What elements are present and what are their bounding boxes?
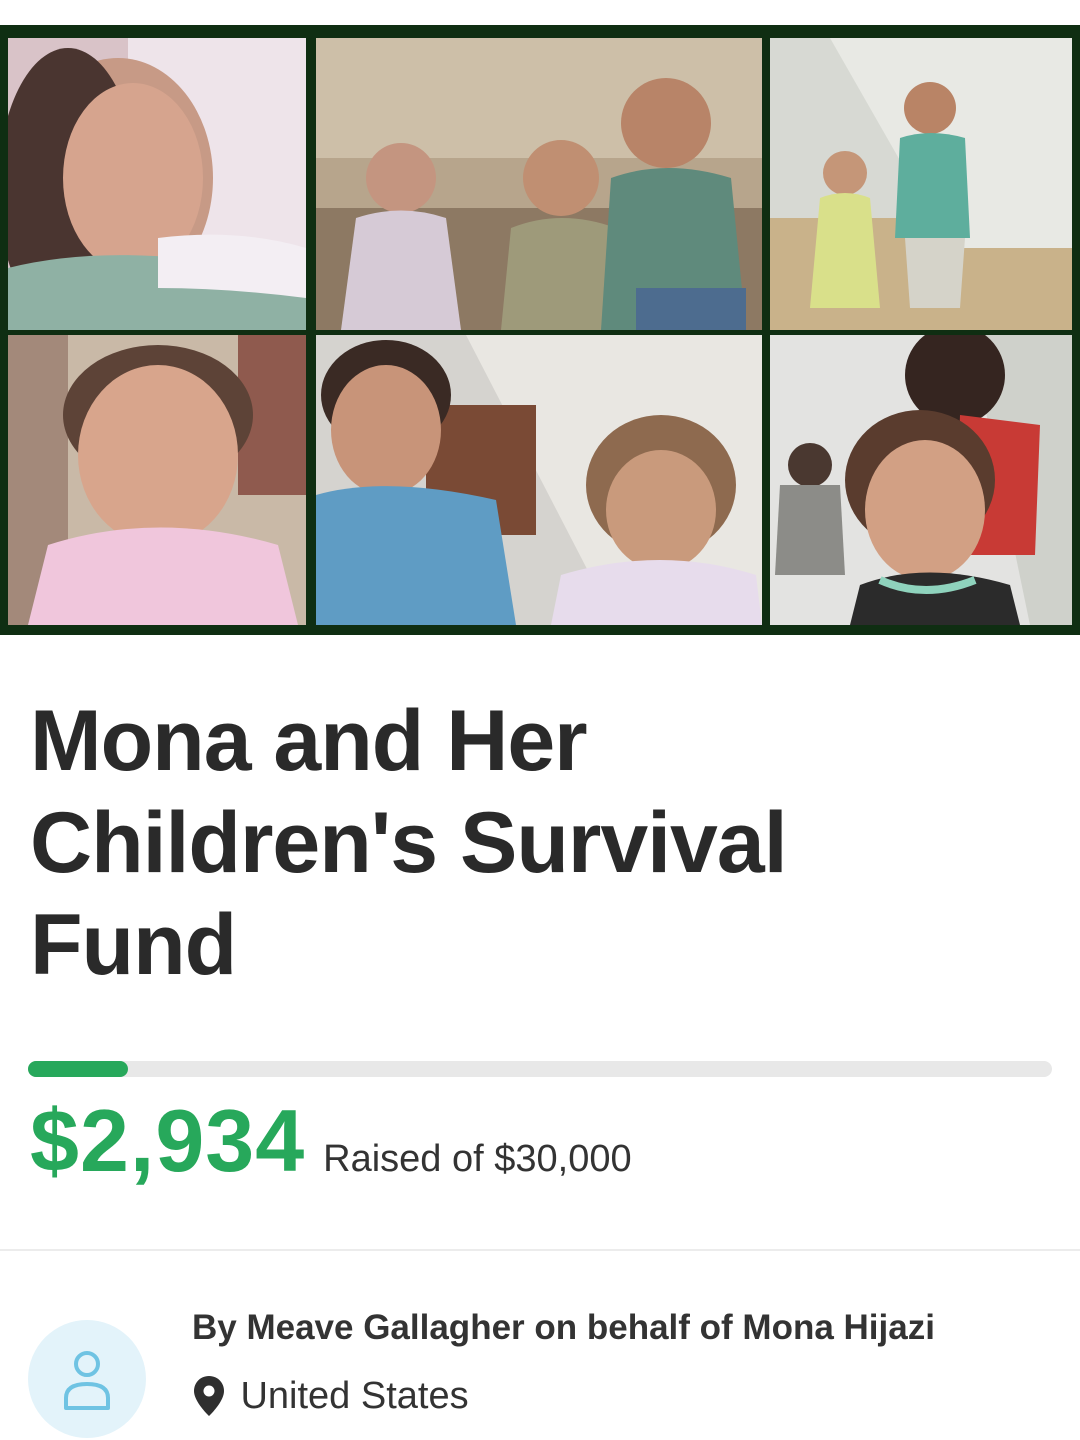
photo-girl-pigtails bbox=[770, 335, 1072, 625]
organizer-byline[interactable]: By Meave Gallagher on behalf of Mona Hij… bbox=[192, 1308, 935, 1348]
progress-bar-fill bbox=[28, 1061, 129, 1077]
raised-of-goal-label: Raised of $30,000 bbox=[323, 1138, 632, 1180]
avatar[interactable] bbox=[28, 1320, 146, 1438]
campaign-title: Mona and Her Children's Survival Fund bbox=[30, 690, 1030, 996]
photo-boy-and-girl bbox=[316, 335, 762, 625]
photo-three-children-sitting bbox=[316, 38, 762, 330]
photo-girl-lying bbox=[8, 38, 306, 330]
organizer-section: By Meave Gallagher on behalf of Mona Hij… bbox=[28, 1308, 1068, 1440]
campaign-title-line-1: Mona and Her bbox=[30, 693, 588, 789]
raised-amount: $2,934 bbox=[30, 1091, 306, 1190]
amount-raised-row: $2,934 Raised of $30,000 bbox=[30, 1090, 632, 1190]
campaign-title-line-3: Fund bbox=[30, 897, 237, 993]
hero-image-collage[interactable] bbox=[0, 25, 1080, 635]
campaign-title-line-2: Children's Survival bbox=[30, 795, 788, 891]
progress-bar bbox=[28, 1061, 1052, 1077]
section-divider bbox=[0, 1249, 1080, 1251]
location-label: United States bbox=[240, 1374, 469, 1417]
organizer-location: United States bbox=[192, 1374, 469, 1424]
user-icon bbox=[64, 1351, 110, 1410]
photo-children-at-tent bbox=[770, 38, 1072, 330]
campaign-page: Mona and Her Children's Survival Fund $2… bbox=[0, 0, 1080, 1440]
map-pin-icon bbox=[194, 1376, 224, 1416]
photo-girl-crying bbox=[8, 335, 306, 625]
